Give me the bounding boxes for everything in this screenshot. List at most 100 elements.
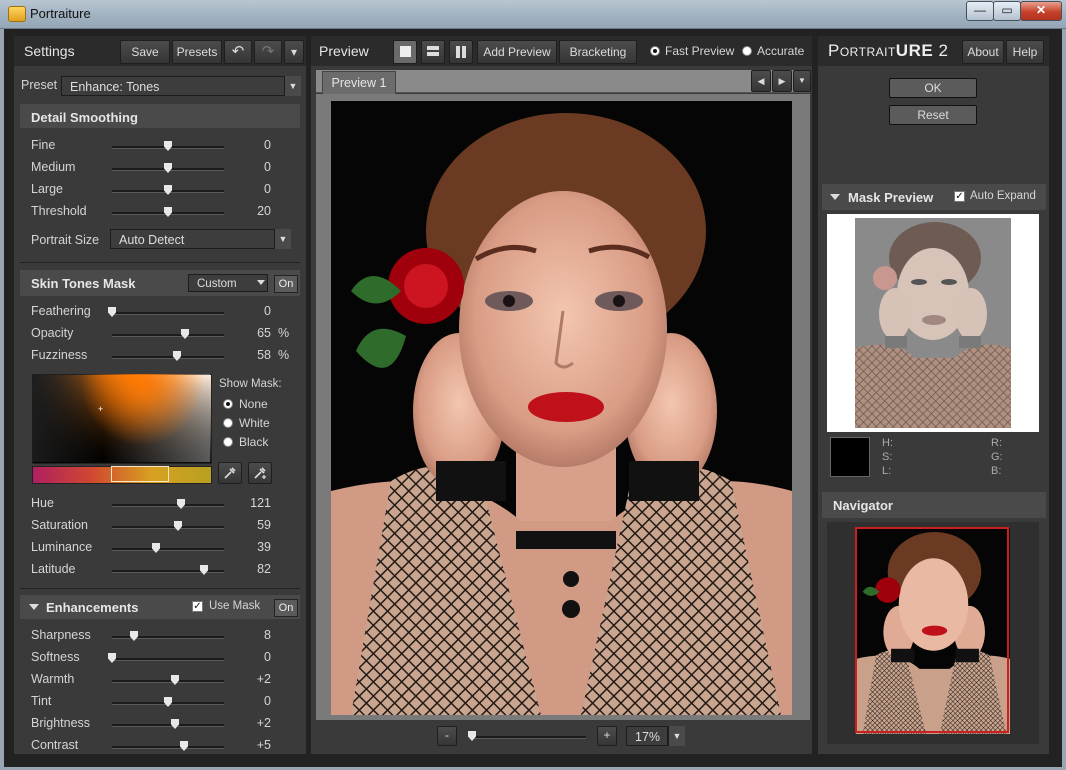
enhancement-label: Softness — [31, 650, 80, 664]
preset-dropdown[interactable]: Enhance: Tones — [61, 76, 301, 96]
detail-smoothing-value: 20 — [257, 204, 271, 218]
zoom-slider[interactable] — [470, 736, 586, 739]
zoom-out-button[interactable]: - — [437, 726, 457, 746]
skin-tone-label: Latitude — [31, 562, 76, 576]
chevron-down-icon[interactable]: ▼ — [668, 726, 685, 746]
enhancement-label: Contrast — [31, 738, 79, 752]
tab-right-icon[interactable]: ▶ — [772, 70, 792, 92]
red-readout-label: R: — [991, 437, 1002, 449]
about-button[interactable]: About — [962, 40, 1004, 64]
ok-button[interactable]: OK — [889, 78, 977, 98]
skin-tones-value: 58 — [257, 348, 271, 362]
hue-range-selector[interactable] — [111, 466, 169, 482]
enhancements-title: Enhancements — [46, 600, 139, 615]
show-mask-option-label: White — [239, 416, 270, 430]
skin-tones-title: Skin Tones Mask — [31, 276, 136, 291]
mask-preview-title: Mask Preview — [848, 190, 934, 205]
enhancement-label: Brightness — [31, 716, 91, 730]
logo-text-b: ure — [895, 41, 934, 60]
tab-preview-1[interactable]: Preview 1 — [322, 71, 396, 94]
skin-tones-slider[interactable] — [112, 356, 224, 359]
skin-tones-label: Feathering — [31, 304, 91, 318]
split-vertical-icon[interactable] — [449, 40, 473, 64]
detail-smoothing-label: Large — [31, 182, 63, 196]
mask-preview-image — [855, 218, 1011, 428]
tab-left-icon[interactable]: ◀ — [751, 70, 771, 92]
enhancement-slider[interactable] — [112, 636, 224, 639]
auto-expand-label: Auto Expand — [970, 190, 1036, 202]
zoom-in-button[interactable]: + — [597, 726, 617, 746]
enhancement-value: 0 — [264, 650, 271, 664]
tab-menu-icon[interactable]: ▼ — [793, 70, 811, 92]
settings-menu-icon[interactable]: ▾ — [284, 40, 304, 64]
skin-tones-slider[interactable] — [112, 334, 224, 337]
show-mask-radio[interactable] — [223, 437, 233, 447]
eyedropper-add-icon[interactable] — [248, 462, 272, 484]
single-view-icon[interactable] — [393, 40, 417, 64]
skin-mask-on-toggle[interactable]: On — [274, 275, 298, 293]
bracketing-button[interactable]: Bracketing — [559, 40, 637, 64]
redo-icon[interactable]: ↷ — [254, 40, 282, 64]
skin-tone-slider[interactable] — [112, 548, 224, 551]
divider — [20, 262, 300, 263]
detail-smoothing-title: Detail Smoothing — [31, 110, 138, 125]
skin-tone-value: 82 — [257, 562, 271, 576]
add-preview-button[interactable]: Add Preview — [477, 40, 557, 64]
accurate-label: Accurate — [757, 44, 805, 58]
navigator-viewport-frame[interactable] — [855, 527, 1009, 733]
preview-image[interactable] — [331, 101, 792, 715]
chevron-down-icon — [257, 280, 265, 285]
enhancement-slider[interactable] — [112, 658, 224, 661]
enhancement-slider[interactable] — [112, 680, 224, 683]
skin-tone-slider[interactable] — [112, 504, 224, 507]
skin-tones-slider[interactable] — [112, 312, 224, 315]
auto-expand-checkbox[interactable]: ✓ — [954, 191, 965, 202]
skin-mode-dropdown[interactable]: Custom — [188, 274, 268, 292]
presets-button[interactable]: Presets — [172, 40, 222, 64]
skin-tone-slider[interactable] — [112, 526, 224, 529]
show-mask-option-label: Black — [239, 435, 269, 449]
fast-preview-radio[interactable] — [650, 46, 660, 56]
collapse-arrow-icon[interactable] — [29, 604, 39, 610]
maximize-button[interactable]: ▭ — [993, 1, 1021, 21]
use-mask-label: Use Mask — [209, 600, 261, 612]
skin-tone-label: Saturation — [31, 518, 88, 532]
enhancement-label: Tint — [31, 694, 52, 708]
zoom-level-dropdown[interactable]: 17% — [626, 726, 668, 746]
undo-icon[interactable]: ↶ — [224, 40, 252, 64]
close-button[interactable]: ✕ — [1020, 1, 1062, 21]
save-button[interactable]: Save — [120, 40, 170, 64]
accurate-radio[interactable] — [742, 46, 752, 56]
enhancement-label: Sharpness — [31, 628, 91, 642]
chevron-down-icon[interactable]: ▼ — [284, 76, 301, 96]
split-horizontal-icon[interactable] — [421, 40, 445, 64]
title-bar — [0, 0, 1066, 29]
detail-smoothing-label: Threshold — [31, 204, 87, 218]
enhancement-slider[interactable] — [112, 724, 224, 727]
eyedropper-icon[interactable] — [218, 462, 242, 484]
minimize-button[interactable]: — — [966, 1, 994, 21]
help-button[interactable]: Help — [1006, 40, 1044, 64]
navigator-title: Navigator — [833, 498, 893, 513]
collapse-arrow-icon[interactable] — [830, 194, 840, 200]
use-mask-checkbox[interactable]: ✓ — [192, 601, 203, 612]
portrait-size-label: Portrait Size — [31, 233, 100, 247]
skin-tones-value: 65 — [257, 326, 271, 340]
chevron-down-icon[interactable]: ▼ — [274, 229, 291, 249]
hue-readout-label: H: — [882, 437, 893, 449]
enhancement-label: Warmth — [31, 672, 75, 686]
enhancement-value: +5 — [256, 738, 271, 752]
reset-button[interactable]: Reset — [889, 105, 977, 125]
skin-tones-value: 0 — [264, 304, 271, 318]
show-mask-radio[interactable] — [223, 418, 233, 428]
enhancement-slider[interactable] — [112, 746, 224, 749]
skin-tones-unit: % — [278, 348, 290, 362]
show-mask-radio[interactable] — [223, 399, 233, 409]
color-swatch — [830, 437, 870, 477]
show-mask-label: Show Mask: — [219, 378, 282, 390]
enhancements-on-toggle[interactable]: On — [274, 599, 298, 617]
window-title: Portraiture — [30, 6, 91, 21]
saturation-readout-label: S: — [882, 451, 893, 463]
skin-tones-label: Opacity — [31, 326, 74, 340]
portrait-size-dropdown[interactable]: Auto Detect — [110, 229, 290, 249]
